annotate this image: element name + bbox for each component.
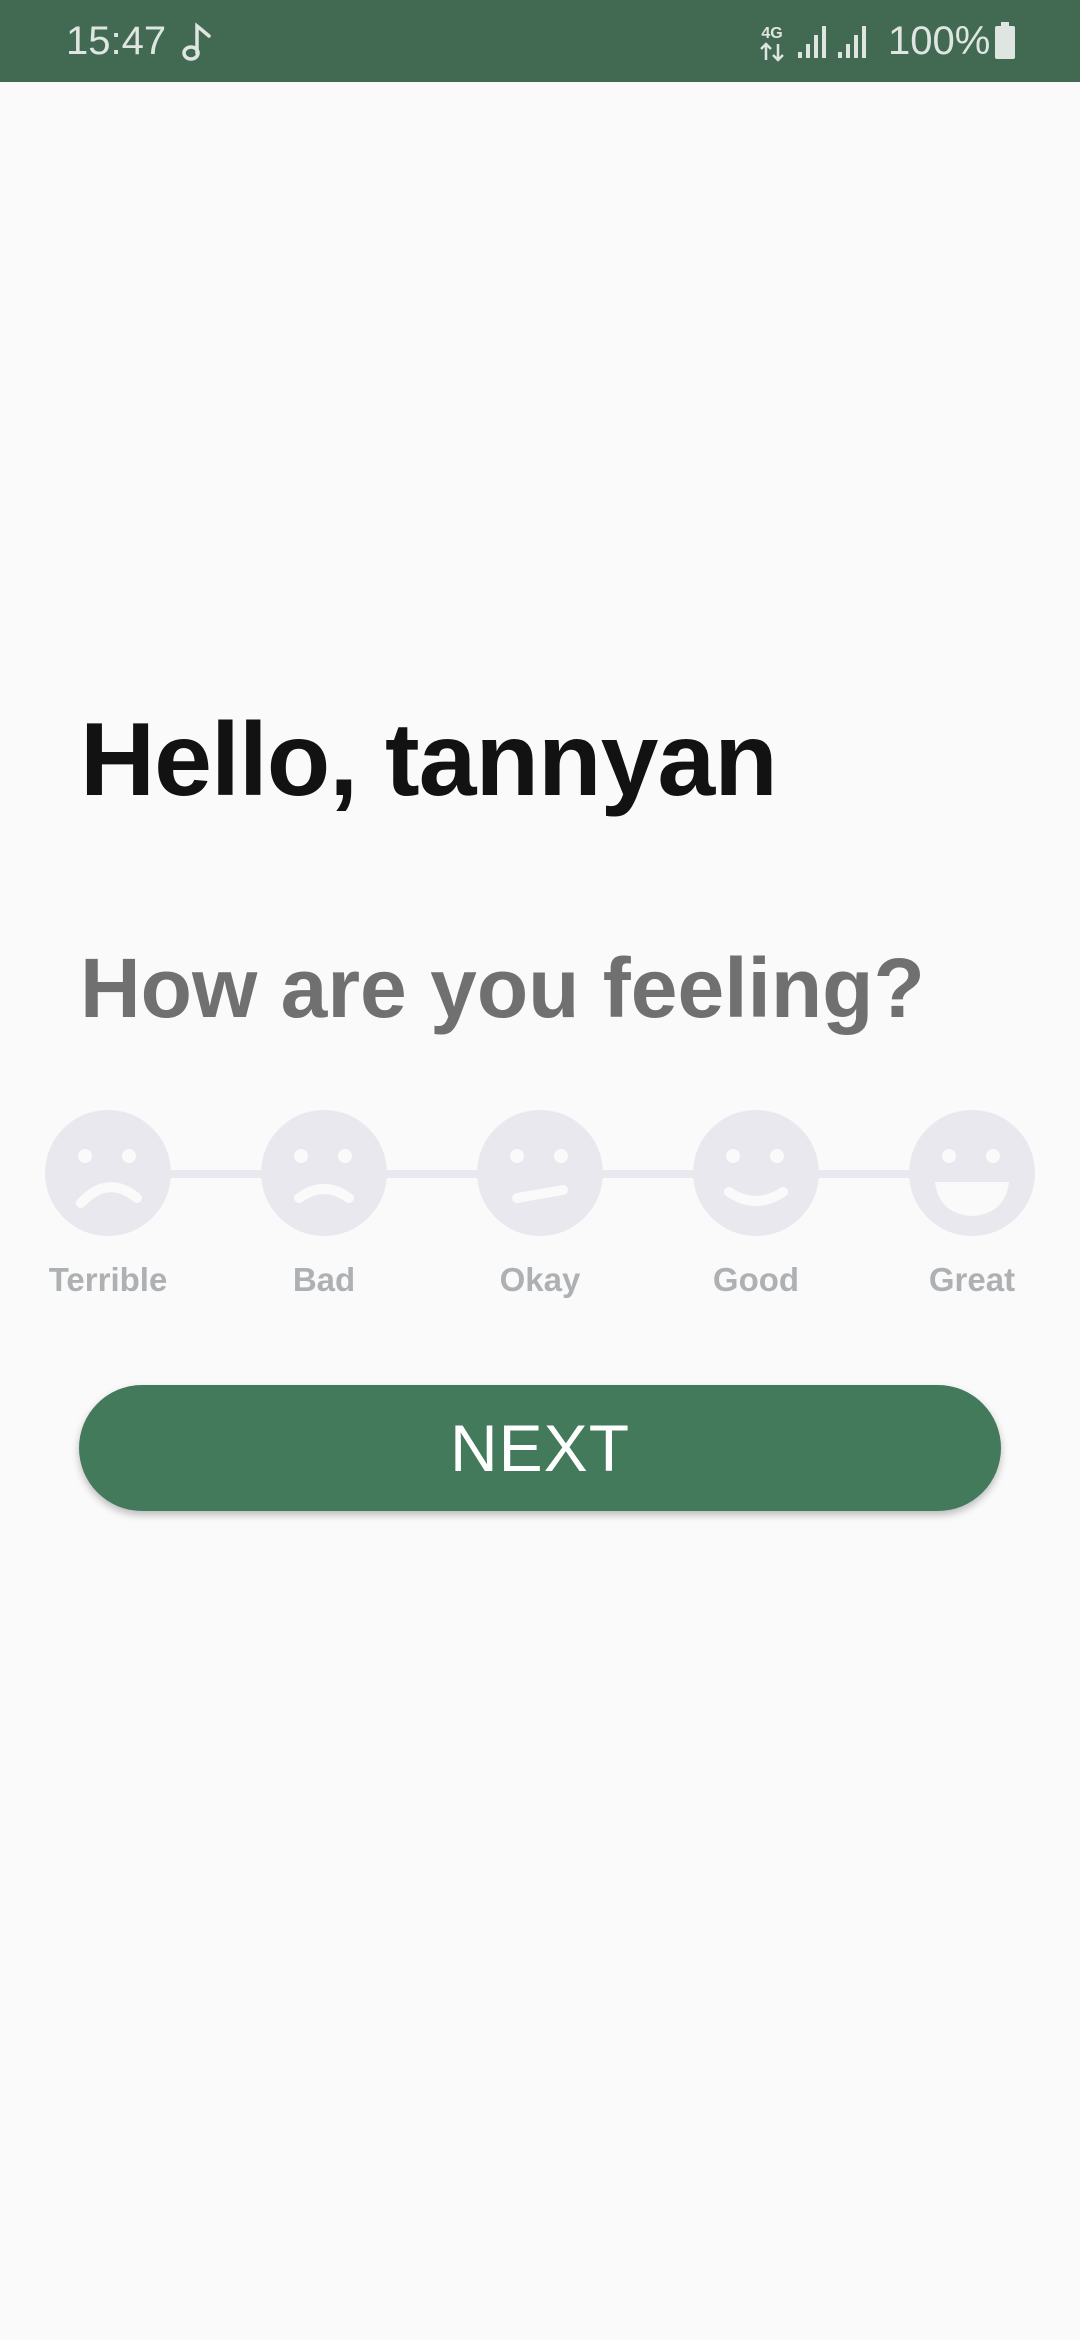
signal-icon bbox=[838, 26, 866, 58]
music-note-icon bbox=[182, 22, 211, 61]
great-face-icon bbox=[909, 1110, 1035, 1236]
network-4g-icon: 4G bbox=[760, 25, 784, 62]
mood-selector: Terrible Bad Okay Good Great bbox=[0, 1108, 1080, 1318]
bad-face-icon bbox=[261, 1110, 387, 1236]
mood-option-terrible[interactable]: Terrible bbox=[18, 1108, 198, 1318]
mood-label: Great bbox=[928, 1261, 1016, 1298]
mood-question: How are you feeling? bbox=[80, 941, 925, 1035]
status-bar: 15:47 4G 100% bbox=[0, 0, 1080, 82]
mood-label: Okay bbox=[499, 1261, 581, 1298]
okay-face-icon bbox=[477, 1110, 603, 1236]
mood-label: Bad bbox=[292, 1261, 356, 1298]
mood-option-okay[interactable]: Okay bbox=[450, 1108, 630, 1318]
good-face-icon bbox=[693, 1110, 819, 1236]
battery-percent: 100% bbox=[888, 19, 991, 63]
terrible-face-icon bbox=[45, 1110, 171, 1236]
mood-option-good[interactable]: Good bbox=[666, 1108, 846, 1318]
mood-option-great[interactable]: Great bbox=[882, 1108, 1062, 1318]
mood-option-bad[interactable]: Bad bbox=[234, 1108, 414, 1318]
next-button[interactable]: NEXT bbox=[79, 1385, 1001, 1511]
status-time: 15:47 bbox=[66, 19, 167, 63]
greeting-title: Hello, tannyan bbox=[80, 702, 778, 818]
mood-label: Terrible bbox=[48, 1261, 168, 1298]
network-type-text: 4G bbox=[761, 25, 782, 42]
battery-icon bbox=[995, 22, 1015, 59]
signal-icon bbox=[798, 26, 826, 58]
mood-label: Good bbox=[712, 1261, 800, 1298]
